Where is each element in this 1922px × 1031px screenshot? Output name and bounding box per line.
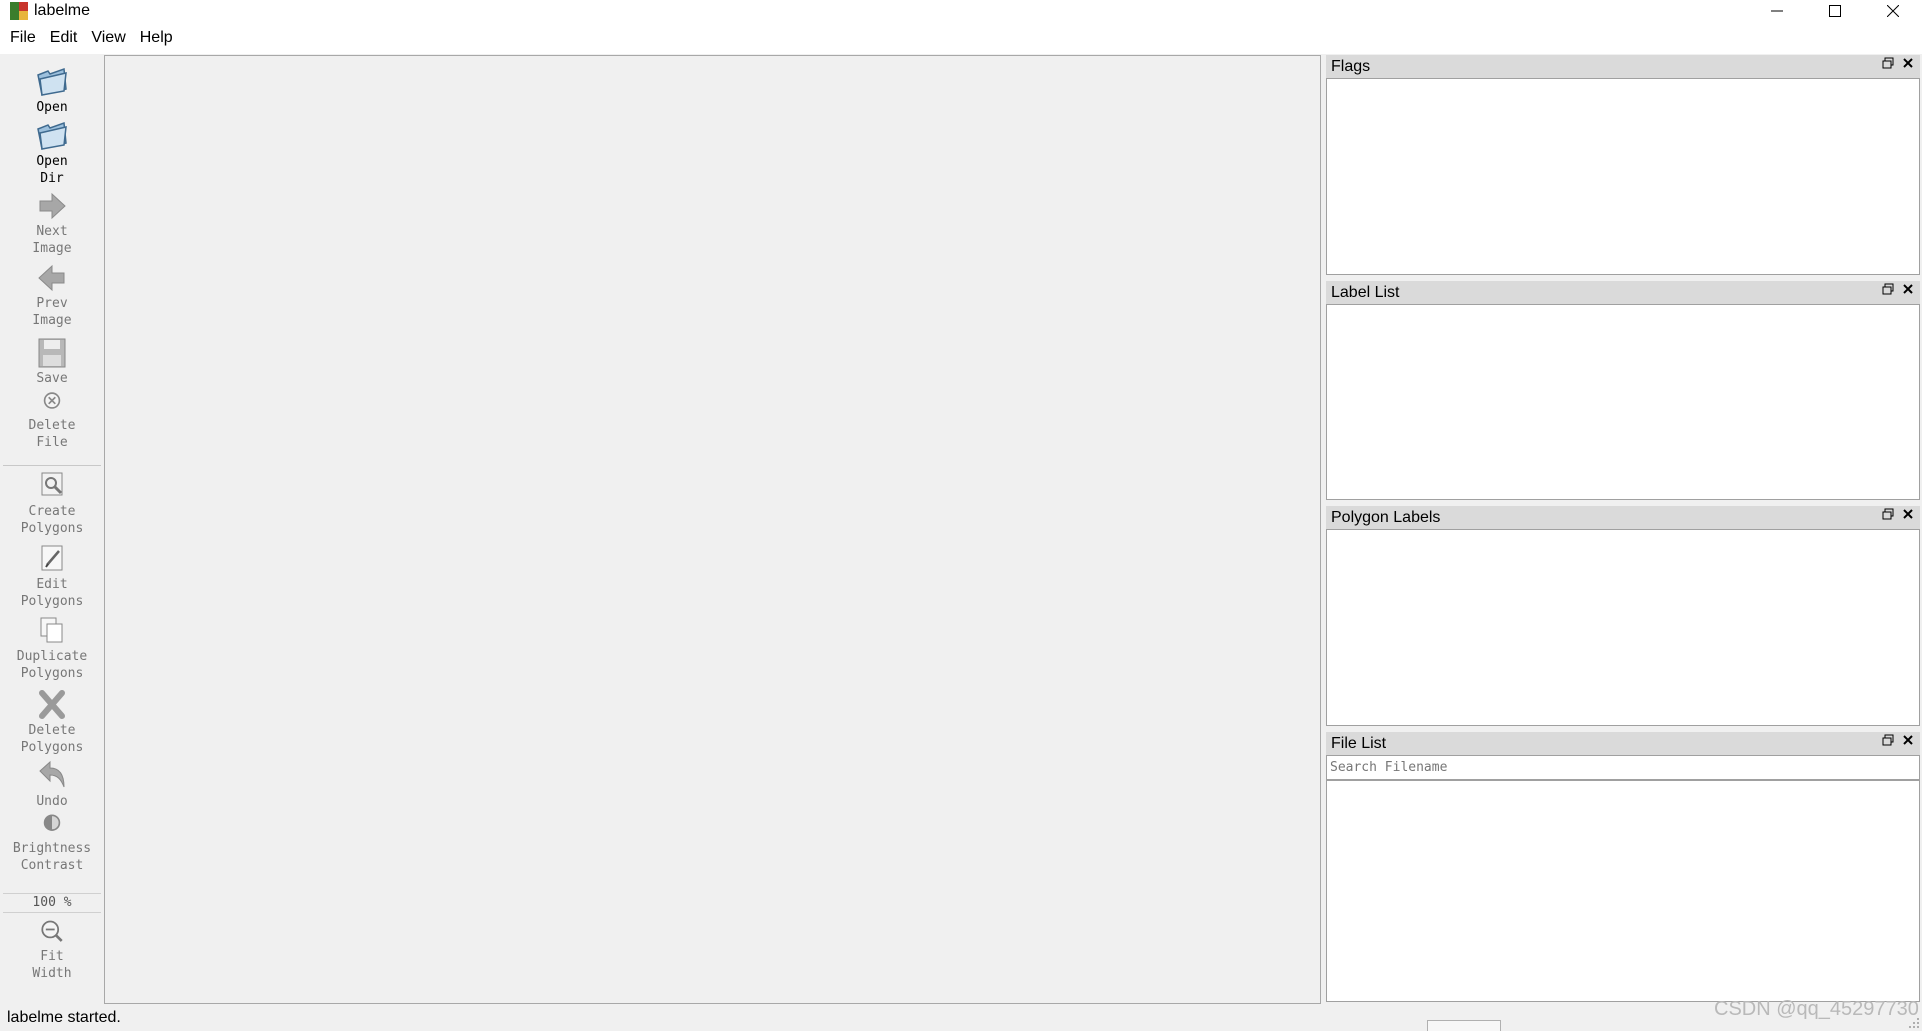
zoom-level-field[interactable]: 100 % bbox=[3, 893, 101, 913]
create-polygons-label-line1: Create bbox=[28, 504, 76, 519]
delete-circle-icon bbox=[43, 392, 61, 409]
prev-image-label-line1: Prev bbox=[36, 296, 68, 311]
open-folder-icon bbox=[37, 121, 67, 150]
watermark-text: CSDN @qq_45297730 bbox=[1714, 998, 1919, 1020]
create-polygon-icon bbox=[41, 472, 63, 496]
file-list-dock: File List bbox=[1326, 732, 1920, 1002]
arrow-left-icon bbox=[38, 264, 65, 292]
brightness-contrast-label-line1: Brightness bbox=[12, 841, 92, 856]
edit-polygons-label-line2: Polygons bbox=[20, 594, 84, 609]
minimize-icon bbox=[1771, 10, 1783, 11]
float-dock-icon[interactable] bbox=[1882, 283, 1894, 295]
menu-view[interactable]: View bbox=[84, 21, 132, 54]
save-button[interactable]: Save bbox=[0, 336, 104, 387]
zoom-fit-magnifier-icon bbox=[41, 920, 63, 942]
delete-file-label-line1: Delete bbox=[28, 418, 76, 433]
delete-x-icon bbox=[39, 690, 65, 719]
close-dock-icon[interactable] bbox=[1902, 734, 1914, 746]
delete-file-label-line2: File bbox=[36, 435, 68, 450]
open-button[interactable]: Open bbox=[0, 65, 104, 116]
flags-dock: Flags bbox=[1326, 55, 1920, 275]
status-bar: labelme started. bbox=[0, 1004, 1922, 1031]
title-bar: labelme bbox=[0, 0, 1922, 21]
float-dock-icon[interactable] bbox=[1882, 508, 1894, 520]
toolbar-separator bbox=[3, 465, 101, 466]
next-image-label-line1: Next bbox=[36, 224, 68, 239]
polygon-labels-list[interactable] bbox=[1326, 529, 1920, 726]
minimize-button[interactable] bbox=[1748, 0, 1806, 21]
next-image-button[interactable]: Next Image bbox=[0, 189, 104, 257]
close-icon bbox=[1887, 4, 1899, 17]
open-dir-label-line1: Open bbox=[36, 154, 68, 169]
close-dock-icon[interactable] bbox=[1902, 283, 1914, 295]
prev-image-button[interactable]: Prev Image bbox=[0, 261, 104, 329]
fit-width-label-line1: Fit bbox=[40, 949, 64, 964]
save-label: Save bbox=[36, 371, 68, 386]
brightness-contrast-label-line2: Contrast bbox=[20, 858, 84, 873]
window-title: labelme bbox=[34, 1, 91, 19]
file-list-dock-title: File List bbox=[1331, 734, 1387, 752]
menu-bar: File Edit View Help bbox=[0, 21, 1922, 54]
maximize-icon bbox=[1829, 4, 1841, 17]
arrow-right-icon bbox=[39, 192, 66, 220]
delete-file-button[interactable]: Delete File bbox=[0, 389, 104, 451]
duplicate-copy-icon bbox=[40, 617, 63, 643]
menu-edit[interactable]: Edit bbox=[43, 21, 85, 54]
duplicate-polygons-button[interactable]: Duplicate Polygons bbox=[0, 614, 104, 682]
close-dock-icon[interactable] bbox=[1902, 57, 1914, 69]
create-polygons-button[interactable]: Create Polygons bbox=[0, 469, 104, 537]
float-dock-icon[interactable] bbox=[1882, 57, 1894, 69]
flags-dock-title: Flags bbox=[1331, 57, 1371, 75]
brightness-contrast-icon bbox=[43, 814, 61, 831]
fit-width-label-line2: Width bbox=[32, 966, 72, 981]
duplicate-polygons-label-line1: Duplicate bbox=[16, 649, 88, 664]
polygon-labels-dock-header[interactable]: Polygon Labels bbox=[1326, 506, 1920, 529]
image-canvas[interactable] bbox=[104, 55, 1321, 1004]
menu-help[interactable]: Help bbox=[133, 21, 180, 54]
open-label: Open bbox=[36, 100, 68, 115]
label-list-dock: Label List bbox=[1326, 281, 1920, 500]
undo-label: Undo bbox=[36, 794, 68, 809]
close-dock-icon[interactable] bbox=[1902, 508, 1914, 520]
open-folder-icon bbox=[37, 67, 67, 96]
undo-button[interactable]: Undo bbox=[0, 759, 104, 810]
file-list[interactable] bbox=[1326, 780, 1920, 1002]
status-indicator bbox=[1427, 1020, 1501, 1031]
edit-polygons-button[interactable]: Edit Polygons bbox=[0, 542, 104, 610]
polygon-labels-dock: Polygon Labels bbox=[1326, 506, 1920, 726]
label-list[interactable] bbox=[1326, 304, 1920, 500]
floppy-disk-icon bbox=[38, 338, 66, 368]
label-list-dock-header[interactable]: Label List bbox=[1326, 281, 1920, 304]
open-dir-label-line2: Dir bbox=[40, 171, 64, 186]
label-list-dock-title: Label List bbox=[1331, 283, 1400, 301]
flags-dock-header[interactable]: Flags bbox=[1326, 55, 1920, 78]
resize-grip-icon[interactable] bbox=[1908, 1017, 1920, 1029]
edit-polygons-label-line1: Edit bbox=[36, 577, 68, 592]
left-toolbar: Open Open Dir Next Image Prev Image Save bbox=[0, 56, 104, 1001]
delete-polygons-label-line2: Polygons bbox=[20, 740, 84, 755]
delete-polygons-label-line1: Delete bbox=[28, 723, 76, 738]
menu-file[interactable]: File bbox=[3, 21, 43, 54]
close-button[interactable] bbox=[1864, 0, 1922, 21]
next-image-label-line2: Image bbox=[32, 241, 72, 256]
status-message: labelme started. bbox=[7, 1009, 121, 1026]
search-filename-input[interactable] bbox=[1326, 755, 1920, 780]
prev-image-label-line2: Image bbox=[32, 313, 72, 328]
create-polygons-label-line2: Polygons bbox=[20, 521, 84, 536]
duplicate-polygons-label-line2: Polygons bbox=[20, 666, 84, 681]
flags-list[interactable] bbox=[1326, 78, 1920, 275]
fit-width-button[interactable]: Fit Width bbox=[0, 918, 104, 982]
undo-arrow-icon bbox=[39, 760, 65, 788]
delete-polygons-button[interactable]: Delete Polygons bbox=[0, 688, 104, 756]
float-dock-icon[interactable] bbox=[1882, 734, 1894, 746]
brightness-contrast-button[interactable]: Brightness Contrast bbox=[0, 812, 104, 874]
edit-pencil-icon bbox=[41, 545, 63, 571]
maximize-button[interactable] bbox=[1806, 0, 1864, 21]
open-dir-button[interactable]: Open Dir bbox=[0, 119, 104, 187]
labelme-app-icon bbox=[10, 1, 28, 20]
polygon-labels-dock-title: Polygon Labels bbox=[1331, 508, 1441, 526]
file-list-dock-header[interactable]: File List bbox=[1326, 732, 1920, 755]
